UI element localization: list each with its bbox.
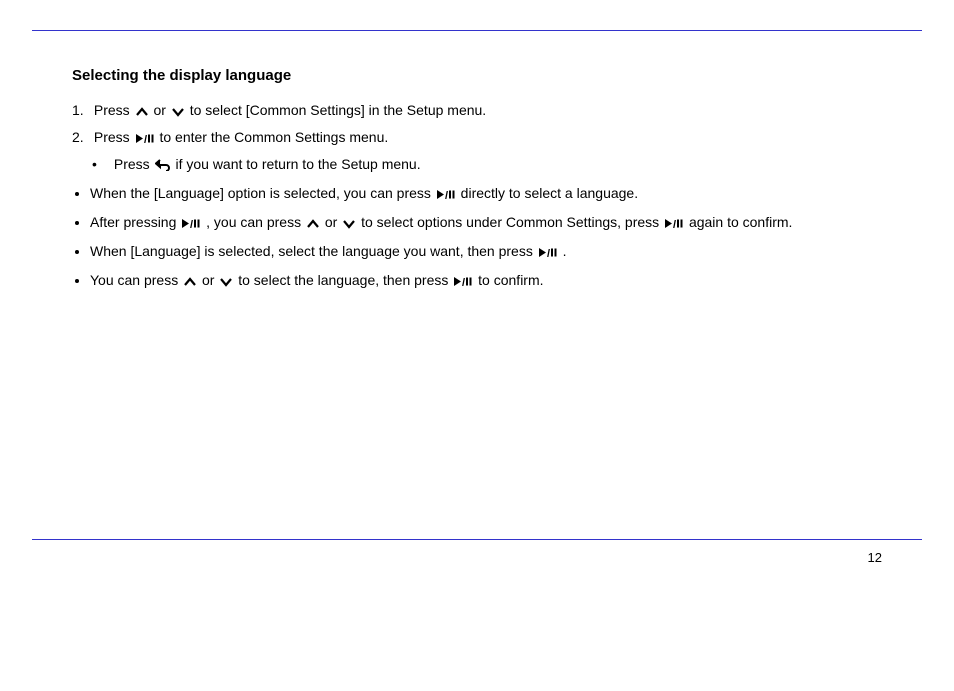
svg-text:/: / — [144, 134, 147, 144]
chevron-up-icon — [183, 277, 197, 287]
play-pause-icon: / — [436, 189, 456, 200]
step-text: or — [153, 102, 169, 118]
play-pause-icon: / — [538, 247, 558, 258]
play-pause-icon: / — [664, 218, 684, 229]
bullet-text: or — [325, 214, 341, 230]
footer: 12 — [32, 539, 922, 568]
play-pause-icon: / — [453, 276, 473, 287]
bullet-text: again to confirm. — [689, 214, 793, 230]
back-icon — [155, 159, 171, 171]
step-text: Press — [94, 102, 134, 118]
bullet-text: You can press — [90, 272, 182, 288]
bullet-text: . — [563, 243, 567, 259]
list-item: When the [Language] option is selected, … — [90, 183, 882, 204]
svg-text:/: / — [190, 219, 193, 229]
page-number: 12 — [32, 540, 922, 568]
content-region: Selecting the display language 1. Press … — [32, 31, 922, 339]
chevron-down-icon — [171, 107, 185, 117]
bullet-text: When the [Language] option is selected, … — [90, 185, 435, 201]
play-pause-icon: / — [135, 133, 155, 144]
bullets-list: When the [Language] option is selected, … — [72, 183, 882, 291]
step-bullet: • — [92, 154, 110, 175]
svg-text:/: / — [462, 277, 465, 287]
bullet-text: to select the language, then press — [238, 272, 452, 288]
page: Selecting the display language 1. Press … — [0, 0, 954, 567]
chevron-up-icon — [135, 107, 149, 117]
step-2: 2. Press / to enter the Common Settings … — [72, 127, 882, 148]
svg-text:/: / — [547, 248, 550, 258]
bullet-text: , you can press — [206, 214, 305, 230]
step-return: • Press if you want to return to the Set… — [72, 154, 882, 175]
svg-text:/: / — [445, 190, 448, 200]
step-1: 1. Press or to select [Common Settings] … — [72, 100, 882, 121]
list-item: When [Language] is selected, select the … — [90, 241, 882, 262]
chevron-up-icon — [306, 219, 320, 229]
chevron-down-icon — [219, 277, 233, 287]
bullet-text: or — [202, 272, 218, 288]
step-text: if you want to return to the Setup menu. — [175, 156, 420, 172]
step-text: Press — [94, 129, 134, 145]
list-item: You can press or to select the language,… — [90, 270, 882, 291]
step-number: 1. — [72, 100, 90, 121]
step-text: Press — [114, 156, 154, 172]
bullet-text: to select options under Common Settings,… — [361, 214, 663, 230]
bullet-text: When [Language] is selected, select the … — [90, 243, 537, 259]
step-text: to enter the Common Settings menu. — [159, 129, 388, 145]
chevron-down-icon — [342, 219, 356, 229]
play-pause-icon: / — [181, 218, 201, 229]
bullet-text: After pressing — [90, 214, 180, 230]
step-number: 2. — [72, 127, 90, 148]
svg-text:/: / — [673, 219, 676, 229]
bullet-text: directly to select a language. — [461, 185, 638, 201]
bullet-text: to confirm. — [478, 272, 543, 288]
section-title: Selecting the display language — [72, 65, 882, 88]
step-text: to select [Common Settings] in the Setup… — [190, 102, 487, 118]
list-item: After pressing / , you can press or — [90, 212, 882, 233]
